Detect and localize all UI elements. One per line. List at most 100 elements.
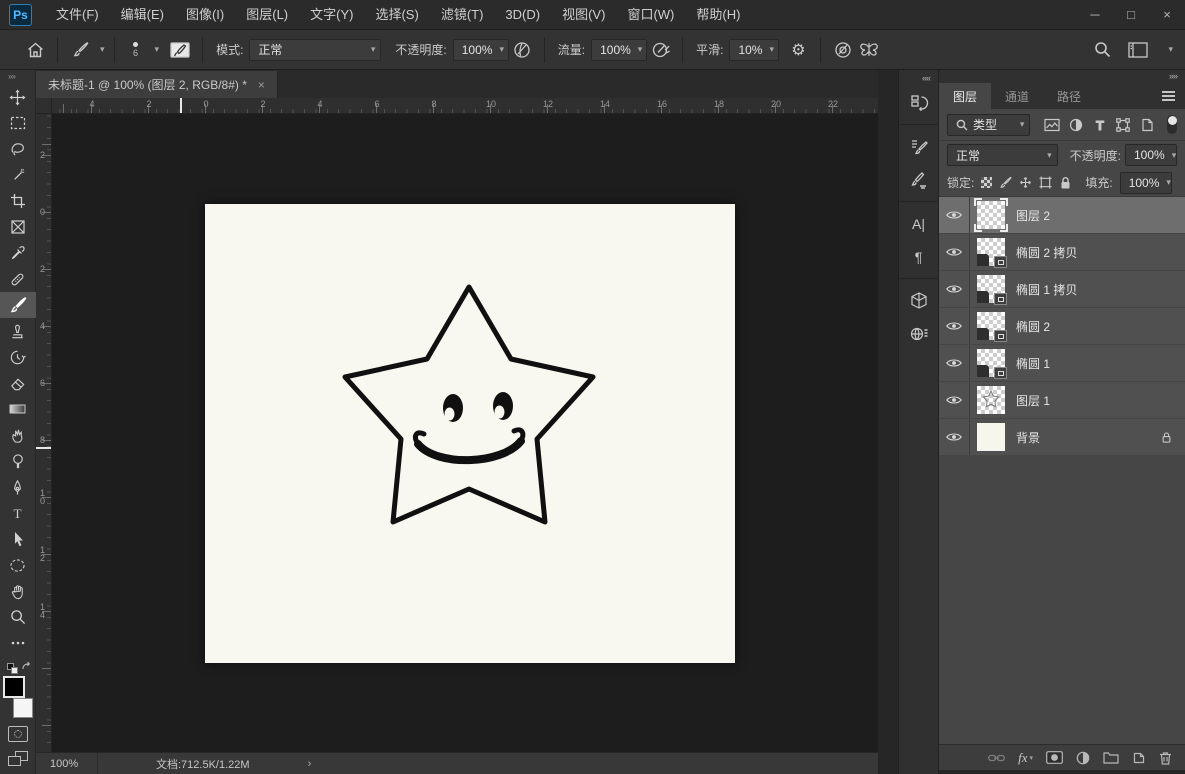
workspace-button[interactable] bbox=[1125, 38, 1151, 62]
canvas[interactable] bbox=[205, 204, 735, 663]
menu-image[interactable]: 图像(I) bbox=[175, 0, 235, 30]
lock-position-icon[interactable] bbox=[1019, 176, 1032, 189]
chevron-down-icon[interactable]: ▾ bbox=[155, 44, 160, 55]
visibility-toggle[interactable] bbox=[939, 308, 970, 344]
flow-select[interactable]: 100% ▾ bbox=[591, 38, 648, 61]
3d-panel-button[interactable] bbox=[899, 284, 939, 317]
minimize-button[interactable]: ─ bbox=[1077, 0, 1113, 30]
layer-row[interactable]: 椭圆 2 拷贝 bbox=[939, 234, 1185, 270]
opacity-pressure-button[interactable] bbox=[509, 38, 535, 62]
zoom-level-field[interactable]: 100% bbox=[36, 753, 98, 774]
materials-panel-button[interactable] bbox=[899, 317, 939, 350]
size-pressure-button[interactable] bbox=[830, 38, 856, 62]
history-panel-button[interactable] bbox=[899, 86, 939, 119]
tool-move[interactable] bbox=[0, 84, 36, 110]
menu-select[interactable]: 选择(S) bbox=[364, 0, 429, 30]
tool-pen[interactable] bbox=[0, 474, 36, 500]
visibility-toggle[interactable] bbox=[939, 271, 970, 307]
ruler-origin-corner[interactable] bbox=[36, 98, 52, 113]
layer-name[interactable]: 椭圆 2 拷贝 bbox=[1016, 244, 1077, 261]
lock-artboard-icon[interactable] bbox=[1039, 176, 1052, 189]
document-tab[interactable]: 未标题-1 @ 100% (图层 2, RGB/8#) * × bbox=[36, 71, 278, 98]
background-color-swatch[interactable] bbox=[12, 698, 33, 718]
brush-size-preview[interactable]: 6 bbox=[124, 41, 148, 58]
expand-panels-chevrons[interactable]: «« bbox=[922, 70, 938, 86]
layer-row[interactable]: 椭圆 1 bbox=[939, 345, 1185, 381]
menu-view[interactable]: 视图(V) bbox=[551, 0, 616, 30]
adjustment-layer-button[interactable] bbox=[1076, 751, 1090, 765]
visibility-toggle[interactable] bbox=[939, 345, 970, 381]
panel-menu-button[interactable] bbox=[1162, 83, 1175, 109]
menu-3d[interactable]: 3D(D) bbox=[494, 0, 551, 30]
layer-opacity-select[interactable]: 100% ▾ bbox=[1125, 144, 1177, 166]
visibility-toggle[interactable] bbox=[939, 197, 970, 233]
tool-clone-stamp[interactable] bbox=[0, 318, 36, 344]
menu-help[interactable]: 帮助(H) bbox=[685, 0, 751, 30]
tool-ellipse-shape[interactable] bbox=[0, 552, 36, 578]
new-layer-button[interactable] bbox=[1132, 751, 1146, 765]
layer-row[interactable]: 图层 2 bbox=[939, 197, 1185, 233]
filter-toggle-switch[interactable] bbox=[1166, 115, 1177, 134]
link-layers-button[interactable] bbox=[988, 752, 1006, 764]
tool-hand[interactable] bbox=[0, 578, 36, 604]
layer-thumbnail[interactable] bbox=[977, 386, 1005, 414]
filter-pixel-button[interactable] bbox=[1043, 116, 1060, 134]
close-button[interactable]: × bbox=[1149, 0, 1185, 30]
toggle-brush-settings-button[interactable] bbox=[167, 38, 193, 62]
layer-name[interactable]: 背景 bbox=[1016, 429, 1040, 446]
layer-name[interactable]: 椭圆 1 拷贝 bbox=[1016, 281, 1077, 298]
vertical-ruler[interactable]: 2 0 2 4 6 8 10 12 14 bbox=[36, 114, 52, 752]
tool-type[interactable]: T bbox=[0, 500, 36, 526]
opacity-select[interactable]: 100% ▾ bbox=[452, 38, 509, 61]
tool-lasso[interactable] bbox=[0, 136, 36, 162]
tool-spot-healing[interactable] bbox=[0, 266, 36, 292]
quick-mask-button[interactable] bbox=[7, 726, 28, 742]
visibility-toggle[interactable] bbox=[939, 234, 970, 270]
foreground-color-swatch[interactable] bbox=[2, 676, 25, 698]
airbrush-button[interactable] bbox=[647, 38, 673, 62]
layer-row[interactable]: 图层 1 bbox=[939, 382, 1185, 418]
tool-marquee[interactable] bbox=[0, 110, 36, 136]
menu-edit[interactable]: 编辑(E) bbox=[110, 0, 175, 30]
tab-close-icon[interactable]: × bbox=[258, 78, 265, 92]
chevron-down-icon[interactable]: ▾ bbox=[1168, 44, 1173, 55]
brush-settings-panel-button[interactable] bbox=[899, 130, 939, 163]
canvas-viewport[interactable]: 2 0 2 4 6 8 10 12 14 bbox=[36, 114, 878, 752]
tool-crop[interactable] bbox=[0, 188, 36, 214]
tool-history-brush[interactable] bbox=[0, 344, 36, 370]
swap-colors-icon[interactable] bbox=[21, 661, 32, 672]
tool-brush[interactable] bbox=[0, 292, 36, 318]
layer-thumbnail[interactable] bbox=[977, 423, 1005, 451]
lock-transparency-icon[interactable] bbox=[981, 177, 993, 188]
layer-row[interactable]: 椭圆 1 拷贝 bbox=[939, 271, 1185, 307]
maximize-button[interactable]: □ bbox=[1113, 0, 1149, 30]
lock-pixels-icon[interactable] bbox=[999, 176, 1013, 189]
home-button[interactable] bbox=[22, 38, 48, 62]
menu-layer[interactable]: 图层(L) bbox=[235, 0, 299, 30]
layer-name[interactable]: 椭圆 2 bbox=[1016, 318, 1050, 335]
filter-shape-button[interactable] bbox=[1115, 116, 1132, 134]
tab-channels[interactable]: 通道 bbox=[991, 83, 1043, 109]
layer-blend-mode-select[interactable]: 正常 ▾ bbox=[947, 144, 1058, 166]
visibility-toggle[interactable] bbox=[939, 382, 970, 418]
tool-gradient[interactable] bbox=[0, 396, 36, 422]
status-options-chevron[interactable]: › bbox=[308, 758, 312, 770]
screen-mode-button[interactable] bbox=[7, 751, 28, 766]
chevron-down-icon[interactable]: ▾ bbox=[100, 44, 105, 55]
layer-row[interactable]: 背景 bbox=[939, 419, 1185, 455]
tool-eyedropper[interactable] bbox=[0, 240, 36, 266]
menu-window[interactable]: 窗口(W) bbox=[616, 0, 685, 30]
horizontal-ruler[interactable]: 4 2 0 2 4 6 8 10 12 14 16 18 20 22 bbox=[52, 98, 878, 113]
filter-adjustment-button[interactable] bbox=[1067, 116, 1084, 134]
default-colors-button[interactable] bbox=[5, 661, 31, 674]
layer-name[interactable]: 椭圆 1 bbox=[1016, 355, 1050, 372]
paragraph-panel-button[interactable]: ¶ bbox=[899, 240, 939, 273]
search-button[interactable] bbox=[1089, 38, 1115, 62]
fill-select[interactable]: 100% ▾ bbox=[1119, 171, 1172, 194]
symmetry-button[interactable] bbox=[856, 38, 882, 62]
character-panel-button[interactable]: A| bbox=[899, 207, 939, 240]
smoothing-options-button[interactable]: ⚙ bbox=[785, 38, 811, 62]
brushes-panel-button[interactable] bbox=[899, 163, 939, 196]
new-group-button[interactable] bbox=[1103, 751, 1119, 764]
tool-more[interactable] bbox=[0, 630, 36, 656]
